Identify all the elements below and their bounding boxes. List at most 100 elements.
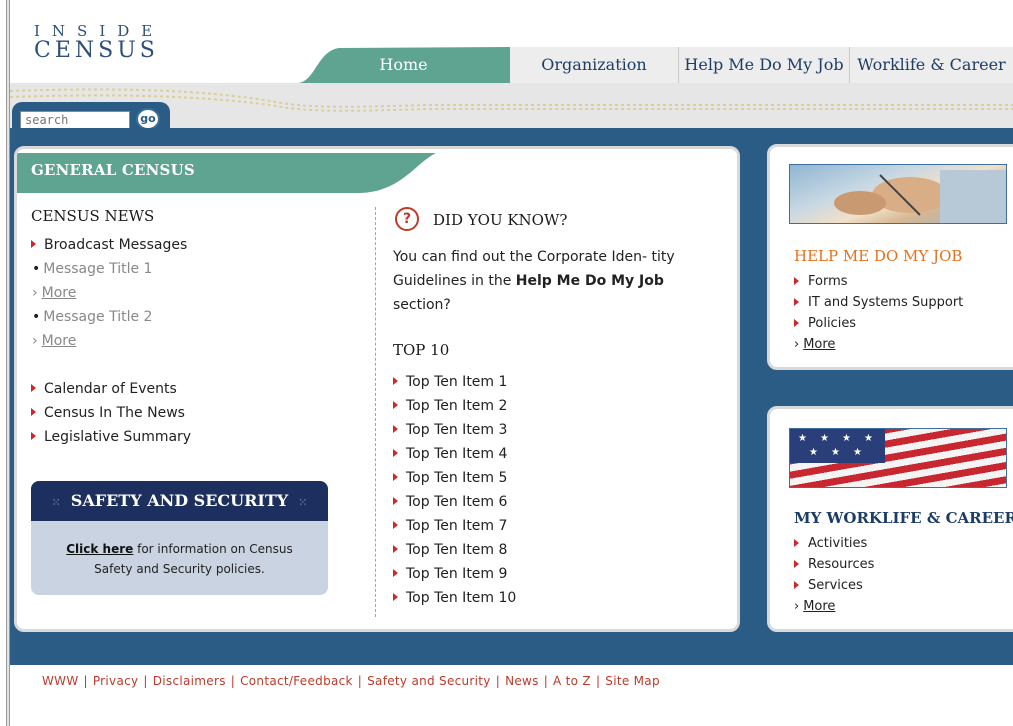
red-arrow-icon (393, 521, 398, 529)
red-arrow-icon (393, 473, 398, 481)
footer-link-safety[interactable]: Safety and Security (367, 674, 491, 688)
list-item[interactable]: Top Ten Item 6 (393, 490, 516, 514)
list-item[interactable]: › More (31, 281, 191, 305)
top10-item-link[interactable]: Top Ten Item 10 (406, 590, 516, 606)
list-item[interactable]: Legislative Summary (31, 425, 191, 449)
broadcast-messages-link[interactable]: Broadcast Messages (44, 237, 187, 253)
hands-illustration (834, 170, 1006, 223)
tab-worklife-career[interactable]: Worklife & Career (849, 47, 1013, 83)
tab-help-me-do-my-job[interactable]: Help Me Do My Job (678, 47, 849, 83)
chevron-right-icon: › (32, 285, 38, 301)
bullet-icon: • (32, 309, 41, 325)
red-arrow-icon (393, 545, 398, 553)
top10-item-link[interactable]: Top Ten Item 4 (406, 446, 507, 462)
diamond-icon: ⁙ (298, 496, 308, 509)
star-icon: ★ (809, 447, 818, 458)
list-item[interactable]: Top Ten Item 7 (393, 514, 516, 538)
footer-link-a-to-z[interactable]: A to Z (553, 674, 591, 688)
help-panel-list: Forms IT and Systems Support Policies › M… (794, 271, 963, 355)
footer-link-privacy[interactable]: Privacy (93, 674, 139, 688)
footer-link-site-map[interactable]: Site Map (605, 674, 660, 688)
list-item[interactable]: Services (794, 575, 874, 596)
chevron-right-icon: › (32, 333, 38, 349)
column-divider (375, 207, 376, 617)
list-item[interactable]: Top Ten Item 3 (393, 418, 516, 442)
list-item[interactable]: › More (794, 334, 963, 355)
list-item[interactable]: Top Ten Item 5 (393, 466, 516, 490)
footer-separator: | (83, 674, 88, 688)
footer-link-contact[interactable]: Contact/Feedback (240, 674, 353, 688)
star-icon: ★ (820, 433, 829, 444)
red-arrow-icon (31, 384, 36, 392)
list-item[interactable]: Top Ten Item 2 (393, 394, 516, 418)
list-item[interactable]: Broadcast Messages (31, 233, 191, 257)
more-link[interactable]: More (42, 285, 77, 301)
census-news-heading: CENSUS NEWS (31, 207, 155, 225)
tab-home[interactable]: Home (297, 47, 510, 83)
list-item[interactable]: Top Ten Item 4 (393, 442, 516, 466)
top10-item-link[interactable]: Top Ten Item 5 (406, 470, 507, 486)
calendar-of-events-link[interactable]: Calendar of Events (44, 381, 177, 397)
list-item[interactable]: Policies (794, 313, 963, 334)
safety-security-header[interactable]: ⁙ SAFETY AND SECURITY ⁙ (31, 481, 328, 521)
footer-link-disclaimers[interactable]: Disclaimers (153, 674, 226, 688)
click-here-link[interactable]: Click here (66, 542, 133, 556)
legislative-summary-link[interactable]: Legislative Summary (44, 429, 191, 445)
top10-item-link[interactable]: Top Ten Item 6 (406, 494, 507, 510)
list-item[interactable]: • Message Title 1 (31, 257, 191, 281)
red-arrow-icon (31, 432, 36, 440)
red-arrow-icon (393, 401, 398, 409)
top10-item-link[interactable]: Top Ten Item 7 (406, 518, 507, 534)
question-mark-icon: ? (395, 207, 419, 231)
list-item[interactable]: Top Ten Item 1 (393, 370, 516, 394)
policies-link[interactable]: Policies (808, 316, 856, 331)
list-item[interactable]: Top Ten Item 8 (393, 538, 516, 562)
message-title-2[interactable]: Message Title 2 (43, 309, 152, 325)
list-item[interactable]: • Message Title 2 (31, 305, 191, 329)
dyk-text-bold: Help Me Do My Job (515, 273, 664, 289)
list-item[interactable]: Activities (794, 533, 874, 554)
list-item[interactable]: Top Ten Item 10 (393, 586, 516, 610)
footer-separator: | (595, 674, 601, 688)
help-me-do-my-job-panel: HELP ME DO MY JOB Forms IT and Systems S… (767, 144, 1013, 370)
more-link[interactable]: More (42, 333, 77, 349)
list-item[interactable]: Resources (794, 554, 874, 575)
footer-link-www[interactable]: WWW (42, 674, 79, 688)
list-item[interactable]: Top Ten Item 9 (393, 562, 516, 586)
census-in-the-news-link[interactable]: Census In The News (44, 405, 185, 421)
list-item[interactable]: › More (794, 596, 874, 617)
general-census-title: GENERAL CENSUS (31, 161, 195, 179)
resources-link[interactable]: Resources (808, 557, 874, 572)
forms-link[interactable]: Forms (808, 274, 848, 289)
top10-item-link[interactable]: Top Ten Item 8 (406, 542, 507, 558)
star-icon: ★ (853, 447, 862, 458)
go-button[interactable]: go (136, 108, 160, 130)
worklife-panel-heading: MY WORKLIFE & CAREER (794, 509, 1013, 527)
top10-item-link[interactable]: Top Ten Item 3 (406, 422, 507, 438)
top10-item-link[interactable]: Top Ten Item 1 (406, 374, 507, 390)
list-item[interactable]: Census In The News (31, 401, 191, 425)
footer-links: WWW | Privacy | Disclaimers | Contact/Feedback… (42, 674, 660, 688)
help-more-link[interactable]: More (803, 337, 835, 352)
list-item[interactable]: Forms (794, 271, 963, 292)
activities-link[interactable]: Activities (808, 536, 867, 551)
list-item[interactable]: Calendar of Events (31, 377, 191, 401)
help-panel-heading: HELP ME DO MY JOB (794, 247, 963, 265)
message-title-1[interactable]: Message Title 1 (43, 261, 152, 277)
red-arrow-icon (393, 425, 398, 433)
logo-line2: CENSUS (34, 38, 159, 63)
top10-item-link[interactable]: Top Ten Item 9 (406, 566, 507, 582)
services-link[interactable]: Services (808, 578, 863, 593)
list-item[interactable]: IT and Systems Support (794, 292, 963, 313)
list-spacer (31, 353, 191, 377)
top10-item-link[interactable]: Top Ten Item 2 (406, 398, 507, 414)
list-item[interactable]: › More (31, 329, 191, 353)
inside-census-logo[interactable]: INSIDE CENSUS (34, 22, 164, 63)
footer-link-news[interactable]: News (505, 674, 539, 688)
footer-separator: | (143, 674, 148, 688)
safety-text-line1: for information on Census (133, 542, 293, 556)
search-input[interactable] (20, 111, 130, 129)
tab-organization[interactable]: Organization (510, 47, 678, 83)
worklife-more-link[interactable]: More (803, 599, 835, 614)
it-systems-support-link[interactable]: IT and Systems Support (808, 295, 963, 310)
